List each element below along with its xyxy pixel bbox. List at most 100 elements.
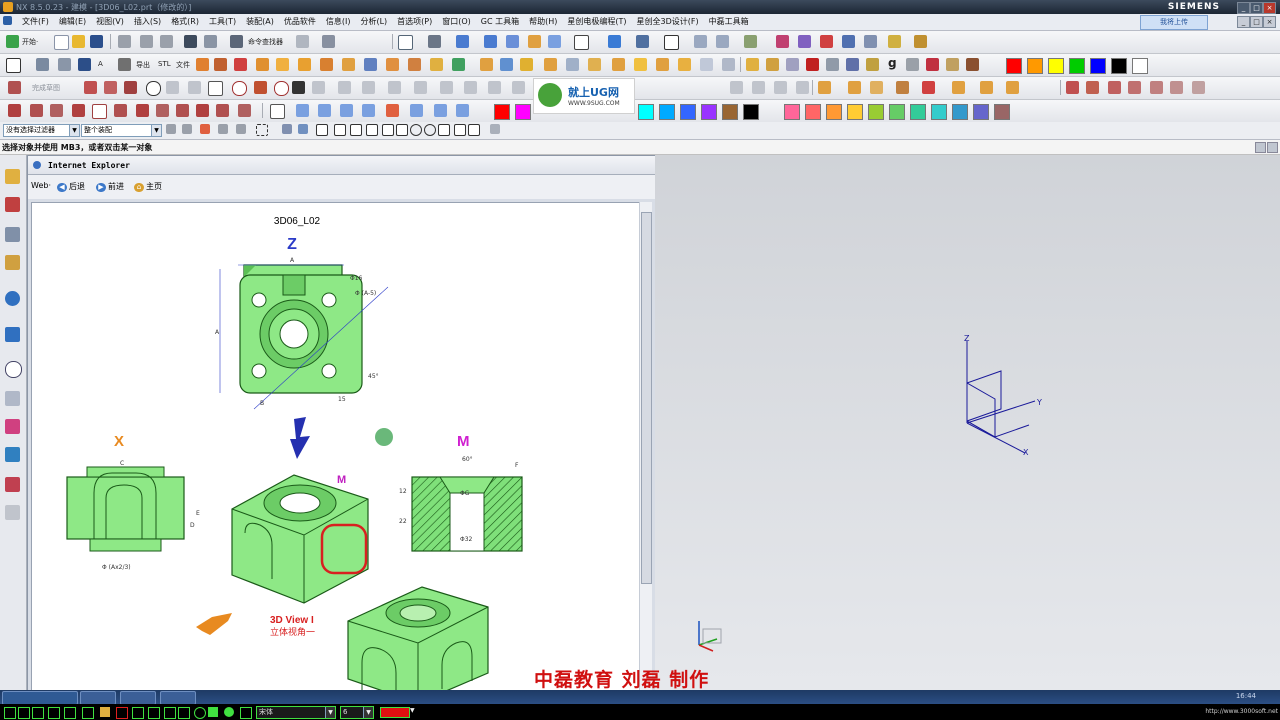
ie-scroll-thumb[interactable] — [641, 212, 652, 584]
draw-line-icon[interactable] — [32, 707, 44, 719]
maximize-button[interactable]: □ — [1250, 2, 1263, 14]
redo-icon[interactable] — [204, 35, 217, 48]
line-snap-icon[interactable] — [350, 124, 362, 136]
quadrant-snap-icon[interactable] — [424, 124, 436, 136]
forward-button[interactable]: ▶ 前进 — [96, 181, 124, 192]
select-edge-icon[interactable] — [316, 124, 328, 136]
grid-snap-icon[interactable] — [438, 124, 450, 136]
command-finder-label[interactable]: 命令查找器 — [248, 37, 283, 47]
select-faces-icon[interactable] — [282, 124, 292, 134]
chevron-down-icon[interactable]: ▼ — [69, 125, 79, 136]
task-nx-1[interactable] — [80, 691, 116, 705]
draw-text-icon[interactable] — [64, 707, 76, 719]
face-color-pink[interactable] — [784, 104, 800, 120]
face-color-orange[interactable] — [826, 104, 842, 120]
start-icon[interactable] — [6, 35, 19, 48]
split-body-icon[interactable] — [500, 58, 513, 71]
select-body-icon[interactable] — [298, 124, 308, 134]
datum-icon[interactable] — [798, 35, 811, 48]
face-color-cyan[interactable] — [638, 104, 654, 120]
face-tool-1-icon[interactable] — [296, 104, 309, 117]
add-component-icon[interactable] — [848, 81, 861, 94]
extrude-icon[interactable] — [196, 58, 209, 71]
edit-sketch-icon[interactable] — [58, 58, 71, 71]
shaded-cube-icon[interactable] — [456, 35, 469, 48]
g-tool-icon[interactable]: g — [888, 56, 897, 70]
hide-icon[interactable] — [528, 35, 541, 48]
thicken-icon[interactable] — [588, 58, 601, 71]
face-tool-8-icon[interactable] — [456, 104, 469, 117]
menu-help[interactable]: 帮助(H) — [524, 14, 562, 27]
render-style-icon[interactable] — [484, 35, 497, 48]
draw-filled-circle-icon[interactable] — [224, 707, 234, 717]
extend-curve-icon[interactable] — [464, 81, 477, 94]
draw-select-icon[interactable] — [4, 707, 16, 719]
menu-info[interactable]: 信息(I) — [321, 14, 356, 27]
face-color-skyblue[interactable] — [659, 104, 675, 120]
work-layer-icon[interactable] — [608, 35, 621, 48]
constraint-navigator-icon[interactable] — [5, 197, 20, 212]
menu-edit[interactable]: 编辑(E) — [54, 14, 91, 27]
face-color-purple[interactable] — [701, 104, 717, 120]
angle-snap-icon[interactable] — [366, 124, 378, 136]
menu-3d-design[interactable]: 星创全3D设计(F) — [632, 14, 704, 27]
assembly-scope-combo[interactable]: 整个装配 ▼ — [81, 124, 162, 137]
sketch-icon[interactable] — [36, 58, 49, 71]
surface-trim-icon[interactable] — [1192, 81, 1205, 94]
snap-end-icon[interactable] — [218, 124, 228, 134]
wave-icon[interactable] — [1006, 81, 1019, 94]
smooth-spline-icon[interactable] — [114, 104, 127, 117]
move-component-icon[interactable] — [870, 81, 883, 94]
home-button[interactable]: ⌂ 主页 — [134, 181, 162, 192]
face-color-lime[interactable] — [868, 104, 884, 120]
maximize-pane-icon[interactable] — [1267, 142, 1278, 153]
rectangle-icon[interactable] — [6, 58, 21, 73]
point-icon[interactable] — [776, 35, 789, 48]
draw-pen-icon[interactable] — [148, 707, 160, 719]
constraint-icon[interactable] — [512, 81, 525, 94]
move-layer-icon[interactable] — [694, 35, 707, 48]
center-snap-icon[interactable] — [410, 124, 422, 136]
new-file-icon[interactable] — [54, 35, 69, 50]
task-nx-2[interactable] — [160, 691, 196, 705]
menu-analysis[interactable]: 分析(L) — [355, 14, 392, 27]
delete-face-icon[interactable] — [700, 58, 713, 71]
explode-icon[interactable] — [952, 81, 965, 94]
draw-pencil-icon[interactable] — [18, 707, 30, 719]
menu-assembly[interactable]: 装配(A) — [241, 14, 279, 27]
minimize-button[interactable]: _ — [1237, 2, 1250, 14]
arc-icon[interactable] — [124, 81, 137, 94]
color-swatch-green[interactable] — [1069, 58, 1085, 74]
surface-spline-icon[interactable] — [1108, 81, 1121, 94]
snap-mid-icon[interactable] — [236, 124, 246, 134]
menu-view[interactable]: 视图(V) — [91, 14, 129, 27]
chamfer-sketch-icon[interactable] — [188, 81, 201, 94]
section-icon[interactable] — [864, 35, 877, 48]
face-color-gold[interactable] — [847, 104, 863, 120]
trim-corner-icon[interactable] — [30, 104, 43, 117]
menu-electrode[interactable]: 星创电极编程(T) — [562, 14, 631, 27]
menu-window[interactable]: 窗口(O) — [437, 14, 476, 27]
layer-settings-icon[interactable] — [636, 35, 649, 48]
patch-icon[interactable] — [634, 58, 647, 71]
intersection-icon[interactable] — [388, 81, 401, 94]
hole-icon[interactable] — [234, 58, 247, 71]
pattern-icon[interactable] — [566, 58, 579, 71]
pad-icon[interactable] — [298, 58, 311, 71]
color-swatch-black[interactable] — [1111, 58, 1127, 74]
task-ie[interactable] — [120, 691, 156, 705]
process-studio-icon[interactable] — [5, 419, 20, 434]
manufacturing-wizard-icon[interactable] — [5, 447, 20, 462]
trim-curve-icon[interactable] — [440, 81, 453, 94]
face-color-rose[interactable] — [994, 104, 1010, 120]
sync-icon[interactable] — [722, 58, 735, 71]
rib-icon[interactable] — [752, 81, 765, 94]
groove-icon[interactable] — [342, 58, 355, 71]
assembly-navigator-icon[interactable] — [5, 169, 20, 184]
stl-label[interactable]: STL — [158, 60, 171, 68]
reset-filter-icon[interactable] — [182, 124, 192, 134]
bend-icon[interactable] — [774, 81, 787, 94]
system-scene-icon[interactable] — [5, 505, 20, 520]
file-label[interactable]: 文件 — [176, 60, 190, 70]
reuse-library-icon[interactable] — [5, 255, 20, 270]
